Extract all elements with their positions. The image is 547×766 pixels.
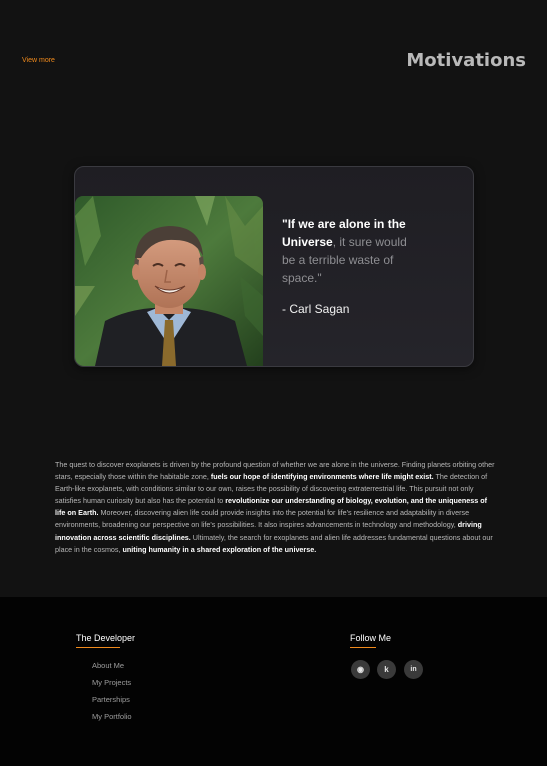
linkedin-icon[interactable]: in [404,660,423,679]
footer-link-my-projects[interactable]: My Projects [92,678,132,695]
description-highlight: uniting humanity in a shared exploration… [122,544,317,554]
quote-card: "If we are alone in the Universe, it sur… [74,166,474,367]
description-text: Moreover, discovering alien life could p… [55,508,470,530]
follow-heading: Follow Me [350,633,392,643]
motivation-description: The quest to discover exoplanets is driv… [55,459,495,556]
quote-author: - Carl Sagan [282,302,350,316]
description-highlight: fuels our hope of identifying environmen… [210,472,434,482]
developer-heading: The Developer [76,633,136,643]
footer-link-partnerships[interactable]: Parterships [92,695,132,712]
section-title: Motivations [406,50,526,71]
view-more-link[interactable]: View more [22,57,55,64]
kaggle-icon[interactable]: k [377,660,396,679]
footer-link-about-me[interactable]: About Me [92,661,132,678]
page: View more Motivations "If we are alone i… [0,0,547,766]
quote-text: "If we are alone in the Universe, it sur… [282,215,417,287]
developer-links: About Me My Projects Parterships My Port… [92,661,132,729]
follow-underline [350,647,376,648]
footer-link-my-portfolio[interactable]: My Portfolio [92,712,132,729]
footer: The Developer About Me My Projects Parte… [0,597,547,766]
developer-underline [76,647,120,648]
carl-sagan-photo [75,196,263,366]
github-icon[interactable]: ◉ [351,660,370,679]
